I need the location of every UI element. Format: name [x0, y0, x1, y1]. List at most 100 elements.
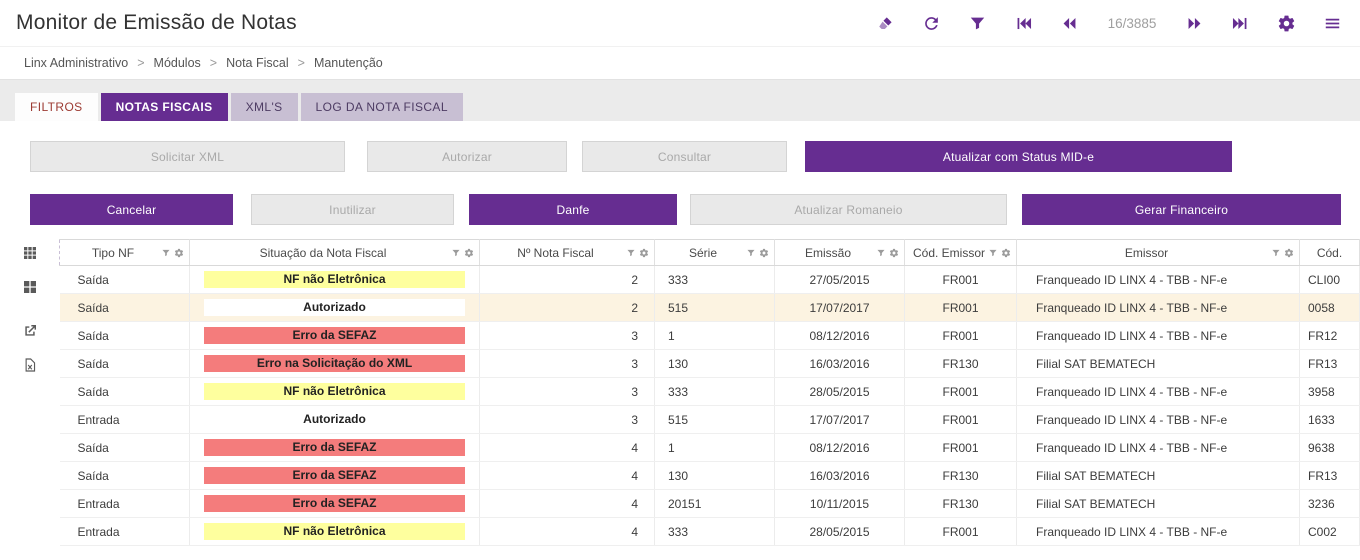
column-header-situacao[interactable]: Situação da Nota Fiscal	[190, 240, 480, 266]
cell-cod-emissor: FR001	[905, 518, 1017, 546]
table-row[interactable]: Saída Autorizado 2 515 17/07/2017 FR001 …	[60, 294, 1360, 322]
column-gear-icon[interactable]	[1284, 248, 1294, 258]
atualizar-romaneio-button[interactable]: Atualizar Romaneio	[690, 194, 1007, 225]
cell-numero-nota-fiscal: 3	[480, 322, 655, 350]
cell-cod: 3958	[1300, 378, 1360, 406]
cell-serie: 515	[655, 406, 775, 434]
gear-icon[interactable]	[1277, 14, 1296, 33]
cell-numero-nota-fiscal: 3	[480, 350, 655, 378]
column-filter-icon[interactable]	[1271, 248, 1281, 258]
tab-log-da-nota-fiscal[interactable]: LOG DA NOTA FISCAL	[301, 93, 463, 121]
atualizar-status-mid-e-button[interactable]: Atualizar com Status MID-e	[805, 141, 1232, 172]
filter-icon[interactable]	[968, 14, 987, 33]
cell-situacao: NF não Eletrônica	[190, 518, 480, 546]
table-row[interactable]: Saída Erro da SEFAZ 4 1 08/12/2016 FR001…	[60, 434, 1360, 462]
grid-area: Tipo NF Situação da Nota Fiscal Nº Nota …	[0, 239, 1360, 546]
column-filter-icon[interactable]	[626, 248, 636, 258]
column-gear-icon[interactable]	[759, 248, 769, 258]
column-gear-icon[interactable]	[889, 248, 899, 258]
tab-xmls[interactable]: XML'S	[231, 93, 298, 121]
solicitar-xml-button[interactable]: Solicitar XML	[30, 141, 345, 172]
column-filter-icon[interactable]	[451, 248, 461, 258]
column-filter-icon[interactable]	[161, 248, 171, 258]
cell-tipo-nf: Saída	[60, 322, 190, 350]
column-filter-icon[interactable]	[988, 248, 998, 258]
column-gear-icon[interactable]	[639, 248, 649, 258]
cell-situacao: NF não Eletrônica	[190, 266, 480, 294]
table-row[interactable]: Entrada Autorizado 3 515 17/07/2017 FR00…	[60, 406, 1360, 434]
last-page-icon[interactable]	[1231, 14, 1250, 33]
cell-numero-nota-fiscal: 4	[480, 490, 655, 518]
cell-cod-emissor: FR001	[905, 406, 1017, 434]
breadcrumb-item[interactable]: Nota Fiscal	[226, 56, 289, 70]
column-header-serie[interactable]: Série	[655, 240, 775, 266]
breadcrumb-item[interactable]: Manutenção	[314, 56, 383, 70]
cell-emissor: Franqueado ID LINX 4 - TBB - NF-e	[1017, 378, 1300, 406]
table-row[interactable]: Entrada NF não Eletrônica 4 333 28/05/20…	[60, 518, 1360, 546]
grid-view-icon[interactable]	[22, 245, 38, 264]
cell-cod-emissor: FR001	[905, 266, 1017, 294]
refresh-icon[interactable]	[922, 14, 941, 33]
table-row[interactable]: Saída Erro da SEFAZ 3 1 08/12/2016 FR001…	[60, 322, 1360, 350]
cell-cod-emissor: FR001	[905, 434, 1017, 462]
column-header-cod[interactable]: Cód.	[1300, 240, 1360, 266]
cell-emissao: 10/11/2015	[775, 490, 905, 518]
table-row[interactable]: Saída NF não Eletrônica 3 333 28/05/2015…	[60, 378, 1360, 406]
cell-numero-nota-fiscal: 4	[480, 462, 655, 490]
cancelar-button[interactable]: Cancelar	[30, 194, 233, 225]
table-row[interactable]: Saída Erro na Solicitação do XML 3 130 1…	[60, 350, 1360, 378]
menu-icon[interactable]	[1323, 14, 1342, 33]
column-header-cod-emissor[interactable]: Cód. Emissor	[905, 240, 1017, 266]
danfe-button[interactable]: Danfe	[469, 194, 677, 225]
column-filter-icon[interactable]	[876, 248, 886, 258]
column-header-numero[interactable]: Nº Nota Fiscal	[480, 240, 655, 266]
column-header-emissor[interactable]: Emissor	[1017, 240, 1300, 266]
consultar-button[interactable]: Consultar	[582, 141, 787, 172]
cell-tipo-nf: Entrada	[60, 406, 190, 434]
first-page-icon[interactable]	[1014, 14, 1033, 33]
tab-notas-fiscais[interactable]: NOTAS FISCAIS	[101, 93, 228, 121]
table-row[interactable]: Saída Erro da SEFAZ 4 130 16/03/2016 FR1…	[60, 462, 1360, 490]
column-gear-icon[interactable]	[1001, 248, 1011, 258]
cell-serie: 130	[655, 462, 775, 490]
cell-serie: 1	[655, 434, 775, 462]
previous-page-icon[interactable]	[1060, 14, 1079, 33]
main-content: Solicitar XML Autorizar Consultar Atuali…	[0, 141, 1360, 560]
table-row[interactable]: Entrada Erro da SEFAZ 4 20151 10/11/2015…	[60, 490, 1360, 518]
column-header-emissao[interactable]: Emissão	[775, 240, 905, 266]
cell-cod-emissor: FR001	[905, 378, 1017, 406]
cell-situacao: Autorizado	[190, 294, 480, 322]
breadcrumb-separator: >	[210, 56, 217, 70]
notas-table: Tipo NF Situação da Nota Fiscal Nº Nota …	[59, 239, 1360, 546]
open-external-icon[interactable]	[22, 323, 38, 342]
table-row[interactable]: Saída NF não Eletrônica 2 333 27/05/2015…	[60, 266, 1360, 294]
breadcrumb-item[interactable]: Linx Administrativo	[24, 56, 128, 70]
column-filter-icon[interactable]	[746, 248, 756, 258]
header-toolbar: 16/3885	[876, 14, 1342, 33]
cell-cod: 3236	[1300, 490, 1360, 518]
card-view-icon[interactable]	[22, 279, 38, 298]
cell-cod: 0058	[1300, 294, 1360, 322]
column-gear-icon[interactable]	[464, 248, 474, 258]
gerar-financeiro-button[interactable]: Gerar Financeiro	[1022, 194, 1341, 225]
breadcrumb-item[interactable]: Módulos	[154, 56, 201, 70]
eraser-icon[interactable]	[876, 14, 895, 33]
column-header-tipo-nf[interactable]: Tipo NF	[60, 240, 190, 266]
next-page-icon[interactable]	[1185, 14, 1204, 33]
cell-tipo-nf: Saída	[60, 266, 190, 294]
inutilizar-button[interactable]: Inutilizar	[251, 194, 454, 225]
cell-serie: 333	[655, 378, 775, 406]
cell-serie: 130	[655, 350, 775, 378]
column-gear-icon[interactable]	[174, 248, 184, 258]
cell-situacao: Erro da SEFAZ	[190, 490, 480, 518]
cell-tipo-nf: Saída	[60, 350, 190, 378]
table-header-row: Tipo NF Situação da Nota Fiscal Nº Nota …	[60, 240, 1360, 266]
cell-emissao: 27/05/2015	[775, 266, 905, 294]
status-badge: NF não Eletrônica	[204, 523, 464, 540]
cell-cod: C002	[1300, 518, 1360, 546]
autorizar-button[interactable]: Autorizar	[367, 141, 567, 172]
cell-emissor: Franqueado ID LINX 4 - TBB - NF-e	[1017, 434, 1300, 462]
tab-filtros[interactable]: FILTROS	[15, 93, 98, 121]
app-header: Monitor de Emissão de Notas 16/3885	[0, 0, 1360, 46]
export-excel-icon[interactable]	[22, 357, 38, 376]
